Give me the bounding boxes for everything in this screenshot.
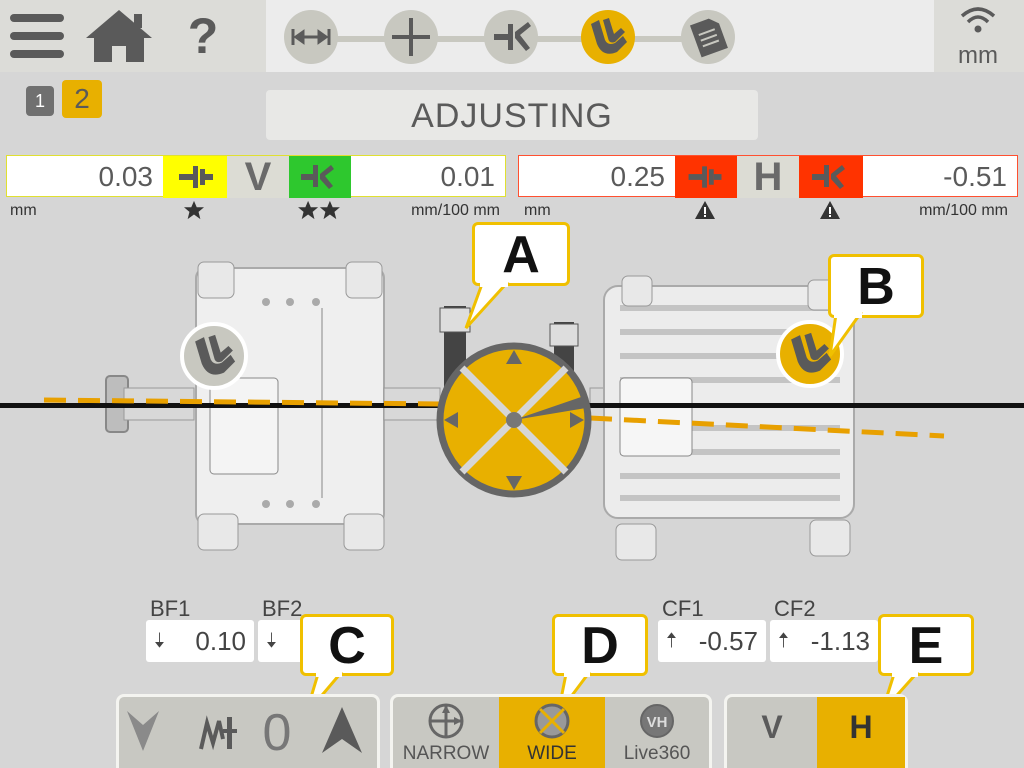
horizontal-panel: 0.25 H -0.51 bbox=[518, 155, 1018, 198]
stationary-adjust-icon[interactable] bbox=[180, 322, 248, 390]
step-measure-icon[interactable] bbox=[384, 10, 438, 64]
mode-narrow-button[interactable]: NARROW bbox=[393, 697, 499, 768]
h-angle-warning-icon bbox=[819, 200, 841, 225]
callout-a: A bbox=[472, 222, 570, 286]
h-axis-label: H bbox=[737, 156, 799, 198]
v-angle-value: 0.01 bbox=[440, 161, 496, 192]
v-angle-icon bbox=[289, 156, 351, 198]
shim-increase-button[interactable] bbox=[319, 705, 365, 757]
h-angle-icon bbox=[799, 156, 863, 198]
v-offset-icon bbox=[163, 156, 227, 198]
mode-wide-label: WIDE bbox=[527, 743, 577, 764]
step-dimensions-icon[interactable] bbox=[284, 10, 338, 64]
direction-v-button[interactable]: V bbox=[727, 697, 817, 768]
v-unit-right: mm/100 mm bbox=[411, 202, 500, 219]
page-tab-1[interactable]: 1 bbox=[26, 86, 54, 116]
mode-wide-button[interactable]: WIDE bbox=[499, 697, 605, 768]
shim-count: 0 bbox=[262, 704, 292, 762]
cf2-label: CF2 bbox=[774, 596, 816, 621]
menu-icon[interactable] bbox=[8, 12, 66, 60]
step-result-icon[interactable] bbox=[484, 10, 538, 64]
callout-a-pointer bbox=[464, 282, 510, 330]
help-icon[interactable]: ? bbox=[180, 8, 226, 64]
units-label: mm bbox=[958, 42, 998, 69]
bf1-arrow-down-icon: 🠣 bbox=[154, 630, 165, 652]
wifi-icon bbox=[958, 4, 998, 34]
mode-live360-label: Live360 bbox=[623, 743, 691, 764]
cf2-value: -1.13 bbox=[810, 626, 870, 656]
direction-group: V H bbox=[724, 694, 908, 768]
h-angle-value: -0.51 bbox=[943, 161, 1007, 192]
mode-live360-button[interactable]: VH Live360 bbox=[605, 697, 709, 768]
callout-e: E bbox=[878, 614, 974, 676]
callout-d: D bbox=[552, 614, 648, 676]
step-report-icon[interactable] bbox=[681, 10, 735, 64]
svg-text:VH: VH bbox=[647, 714, 668, 731]
v-angle-stars-icon bbox=[296, 200, 342, 225]
h-unit-left: mm bbox=[524, 202, 551, 219]
bf1-label: BF1 bbox=[150, 596, 191, 621]
page-title: ADJUSTING bbox=[266, 90, 758, 140]
cf2-readout: 🠡 -1.13 bbox=[770, 620, 878, 662]
page-tab-2[interactable]: 2 bbox=[62, 80, 102, 118]
cf1-label: CF1 bbox=[662, 596, 704, 621]
coupling-dial-icon bbox=[436, 342, 592, 498]
h-offset-icon bbox=[675, 156, 737, 198]
vertical-panel: 0.03 V 0.01 bbox=[6, 155, 506, 198]
v-offset-star-icon bbox=[183, 200, 205, 225]
narrow-icon bbox=[428, 703, 464, 739]
cf1-readout: 🠡 -0.57 bbox=[658, 620, 766, 662]
measurement-mode-group: NARROW WIDE VH Live360 bbox=[390, 694, 712, 768]
h-offset-value: 0.25 bbox=[610, 161, 666, 192]
shim-icon bbox=[197, 709, 241, 755]
shim-decrease-button[interactable] bbox=[125, 705, 161, 757]
bf2-arrow-down-icon: 🠣 bbox=[266, 630, 277, 652]
direction-h-button[interactable]: H bbox=[817, 697, 905, 768]
v-unit-left: mm bbox=[10, 202, 37, 219]
home-icon[interactable] bbox=[82, 8, 156, 64]
v-axis-label: V bbox=[227, 156, 289, 198]
v-offset-value: 0.03 bbox=[98, 161, 154, 192]
bf1-readout: 🠣 0.10 bbox=[146, 620, 254, 662]
wide-icon bbox=[534, 703, 570, 739]
callout-c: C bbox=[300, 614, 394, 676]
step-adjust-icon[interactable] bbox=[581, 10, 635, 64]
callout-b: B bbox=[828, 254, 924, 318]
bf2-label: BF2 bbox=[262, 596, 303, 621]
live360-icon: VH bbox=[640, 704, 674, 738]
callout-b-pointer bbox=[828, 312, 863, 357]
mode-narrow-label: NARROW bbox=[402, 743, 490, 764]
cf2-arrow-up-icon: 🠡 bbox=[778, 630, 789, 652]
h-unit-right: mm/100 mm bbox=[919, 202, 1008, 219]
h-offset-warning-icon bbox=[694, 200, 716, 225]
shim-control-group: 0 bbox=[116, 694, 380, 768]
cf1-arrow-up-icon: 🠡 bbox=[666, 630, 677, 652]
cf1-value: -0.57 bbox=[698, 626, 758, 656]
bf1-value: 0.10 bbox=[195, 626, 246, 656]
